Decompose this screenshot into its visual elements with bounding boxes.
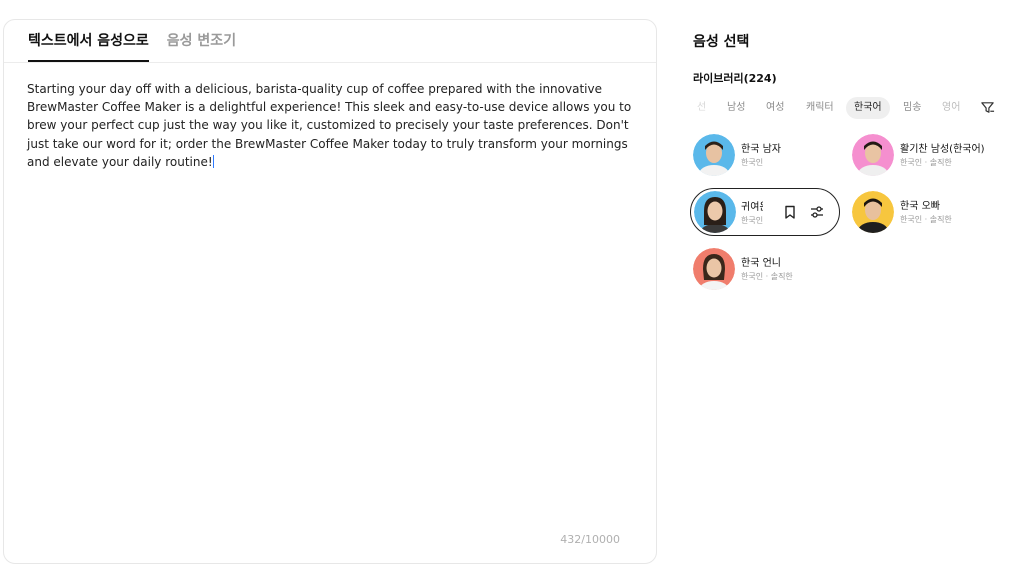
avatar — [852, 134, 894, 176]
editor-card: 텍스트에서 음성으로 음성 변조기 Starting your day off … — [3, 19, 657, 564]
filter-chip-female[interactable]: 여성 — [766, 97, 784, 119]
voice-item-cute[interactable]: 귀여운 한국인 — [690, 188, 840, 236]
adjust-settings-icon[interactable] — [809, 204, 825, 220]
tab-text-to-speech[interactable]: 텍스트에서 음성으로 — [28, 28, 149, 62]
voice-description: 한국인 — [741, 158, 764, 167]
filter-chip-scroller[interactable]: 선 남성 여성 캐릭터 한국어 밈송 영어 — [693, 97, 963, 119]
filter-chip-meme[interactable]: 밈송 — [903, 97, 921, 119]
library-label: 라이브러리(224) — [693, 72, 777, 85]
text-caret — [212, 154, 214, 168]
voice-description: 한국인 · 솔직한 — [900, 215, 952, 224]
voice-item-korean-oppa[interactable]: 한국 오빠 한국인 · 솔직한 — [852, 191, 992, 235]
voice-description: 한국인 · 솔직한 — [741, 272, 793, 281]
filter-icon[interactable] — [980, 100, 995, 115]
avatar — [852, 191, 894, 233]
voice-panel-title: 음성 선택 — [693, 34, 750, 50]
text-input-content: Starting your day off with a delicious, … — [27, 82, 632, 169]
filter-chip-male[interactable]: 남성 — [727, 97, 745, 119]
text-input[interactable]: Starting your day off with a delicious, … — [27, 80, 633, 171]
voice-item-korean-man[interactable]: 한국 남자 한국인 — [693, 134, 833, 178]
voice-name: 귀여운 — [741, 202, 763, 213]
voice-name: 한국 언니 — [741, 258, 781, 269]
voice-name: 한국 오빠 — [900, 201, 940, 212]
character-count: 432/10000 — [560, 533, 620, 546]
tab-voice-changer[interactable]: 음성 변조기 — [167, 28, 236, 62]
filter-chip-english[interactable]: 영어 — [942, 97, 960, 119]
voice-description: 한국인 — [741, 216, 763, 225]
editor-tabs: 텍스트에서 음성으로 음성 변조기 — [28, 28, 236, 62]
filter-chip-character[interactable]: 캐릭터 — [806, 97, 834, 119]
tabs-divider — [4, 62, 656, 63]
bookmark-icon[interactable] — [782, 204, 798, 220]
voice-item-energetic-male[interactable]: 활기찬 남성(한국어) 한국인 · 솔직한 — [852, 134, 1002, 178]
filter-chip-korean[interactable]: 한국어 — [846, 97, 890, 119]
avatar — [693, 248, 735, 290]
avatar — [693, 134, 735, 176]
filter-row: 선 남성 여성 캐릭터 한국어 밈송 영어 — [693, 97, 995, 119]
voice-item-korean-unni[interactable]: 한국 언니 한국인 · 솔직한 — [693, 248, 833, 292]
voice-name: 활기찬 남성(한국어) — [900, 144, 985, 155]
voice-description: 한국인 · 솔직한 — [900, 158, 952, 167]
voice-name: 한국 남자 — [741, 144, 781, 155]
avatar — [694, 191, 736, 233]
filter-chip-all[interactable]: 선 — [697, 97, 706, 119]
